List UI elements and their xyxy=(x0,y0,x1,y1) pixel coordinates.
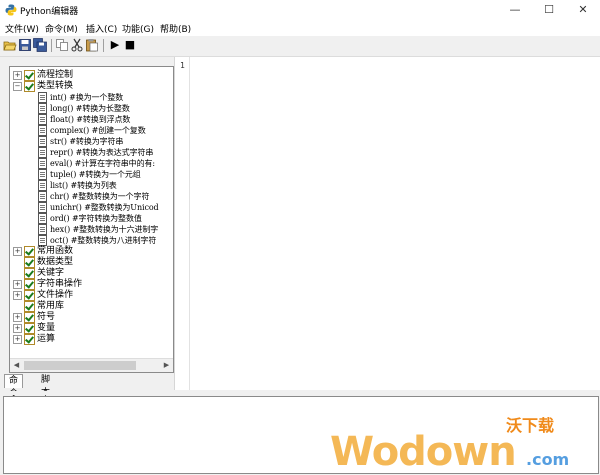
menu-command[interactable]: 命令(M) xyxy=(45,22,78,35)
document-icon xyxy=(38,169,47,180)
tree-horizontal-scrollbar[interactable]: ◀ ▶ xyxy=(10,358,173,372)
line-number: 1 xyxy=(180,61,185,70)
expand-toggle[interactable]: + xyxy=(13,324,22,333)
checkbox-icon[interactable] xyxy=(24,246,35,257)
wodown-watermark-logo: 沃下载 Wodown .com xyxy=(330,416,569,475)
toolbar: ▶ ■ xyxy=(0,36,600,57)
menu-file[interactable]: 文件(W) xyxy=(5,22,39,35)
document-icon xyxy=(38,103,47,114)
expand-toggle[interactable]: + xyxy=(13,313,22,322)
document-icon xyxy=(38,114,47,125)
scroll-left-icon[interactable]: ◀ xyxy=(10,359,23,372)
document-icon xyxy=(38,224,47,235)
line-number-gutter: 1 xyxy=(175,57,190,390)
python-app-icon xyxy=(5,4,17,16)
menu-bar: 文件(W) 命令(M) 插入(C) 功能(G) 帮助(B) xyxy=(0,20,600,36)
panel-splitter[interactable] xyxy=(0,391,600,395)
save-icon[interactable] xyxy=(18,38,32,52)
expand-toggle[interactable]: + xyxy=(13,280,22,289)
tree-leaf-label: list() #转换为列表 xyxy=(50,181,117,190)
expand-toggle[interactable]: + xyxy=(13,71,22,80)
tree-node-label: 符号 xyxy=(37,312,56,322)
tree-leaf-label: hex() #整数转换为十六进制字 xyxy=(50,225,159,234)
scrollbar-thumb[interactable] xyxy=(24,361,136,370)
document-icon xyxy=(38,136,47,147)
checkbox-icon[interactable] xyxy=(24,257,35,268)
save-all-icon[interactable] xyxy=(33,38,47,52)
svg-text:Wodown: Wodown xyxy=(330,429,516,475)
maximize-button[interactable]: ☐ xyxy=(532,0,566,20)
open-icon[interactable] xyxy=(3,38,17,52)
tree-leaf-label: long() #转换为长整数 xyxy=(50,104,130,113)
expand-toggle[interactable]: + xyxy=(13,291,22,300)
tree-leaf-label: str() #转换为字符串 xyxy=(50,137,124,146)
paste-icon[interactable] xyxy=(85,38,99,52)
toolbar-separator xyxy=(51,39,52,52)
tree-leaf-label: chr() #整数转换为一个字符 xyxy=(50,192,150,201)
checkbox-icon[interactable] xyxy=(24,290,35,301)
tree-leaf-label: ord() #字符转换为整数值 xyxy=(50,214,142,223)
checkbox-icon[interactable] xyxy=(24,279,35,290)
tree-leaf-label: int() #换为一个整数 xyxy=(50,93,124,102)
watermark-dotcom: .com xyxy=(526,450,569,469)
tree-leaf-label: complex() #创建一个复数 xyxy=(50,126,146,135)
document-icon xyxy=(38,92,47,103)
expand-toggle[interactable]: − xyxy=(13,82,22,91)
tree-node-label: 变量 xyxy=(37,323,56,333)
tree-leaf-label: repr() #转换为表达式字符串 xyxy=(50,148,154,157)
checkbox-icon[interactable] xyxy=(24,312,35,323)
tab-scripts[interactable]: 脚本 xyxy=(37,374,54,398)
document-icon xyxy=(38,213,47,224)
tree-leaf-label: eval() #计算在字符串中的有: xyxy=(50,159,155,168)
tree-node-label: 运算 xyxy=(37,334,56,344)
tree-leaf-label: unichr() #整数转换为Unicod xyxy=(50,203,159,212)
tree-leaf-label: tuple() #转换为一个元组 xyxy=(50,170,141,179)
checkbox-icon[interactable] xyxy=(24,323,35,334)
minimize-button[interactable]: — xyxy=(498,0,532,20)
expand-toggle[interactable]: + xyxy=(13,335,22,344)
checkbox-icon[interactable] xyxy=(24,81,35,92)
document-icon xyxy=(38,125,47,136)
run-icon[interactable]: ▶ xyxy=(108,38,122,52)
tree-node-label: 类型转换 xyxy=(37,81,74,91)
checkbox-icon[interactable] xyxy=(24,334,35,345)
tree-node-label: 字符串操作 xyxy=(37,279,83,289)
document-icon xyxy=(38,147,47,158)
copy-icon[interactable] xyxy=(55,38,69,52)
menu-insert[interactable]: 插入(C) xyxy=(86,22,117,35)
tree-leaf-label: oct() #整数转换为八进制字符 xyxy=(50,236,157,245)
document-icon xyxy=(38,235,47,246)
expand-toggle[interactable]: + xyxy=(13,247,22,256)
checkbox-icon[interactable] xyxy=(24,268,35,279)
title-bar: Python编辑器 — ☐ ✕ xyxy=(0,0,600,20)
menu-function[interactable]: 功能(G) xyxy=(122,22,154,35)
cut-icon[interactable] xyxy=(70,38,84,52)
stop-icon[interactable]: ■ xyxy=(123,38,137,52)
tree-node-label: 文件操作 xyxy=(37,290,74,300)
tree-node-label: 常用函数 xyxy=(37,246,74,256)
toolbar-separator xyxy=(103,39,104,52)
window-title: Python编辑器 xyxy=(20,7,79,17)
document-icon xyxy=(38,158,47,169)
tree-node-label: 数据类型 xyxy=(37,257,74,267)
tree-leaf-label: float() #转换到浮点数 xyxy=(50,115,131,124)
document-icon xyxy=(38,180,47,191)
tree-node-label: 流程控制 xyxy=(37,70,74,80)
menu-help[interactable]: 帮助(B) xyxy=(160,22,191,35)
document-icon xyxy=(38,202,47,213)
checkbox-icon[interactable] xyxy=(24,301,35,312)
command-tree[interactable]: + 流程控制 − 类型转换 int() #换为一个整数 long() #转换为长… xyxy=(9,66,174,373)
tree-node-label: 关键字 xyxy=(37,268,65,278)
scroll-right-icon[interactable]: ▶ xyxy=(160,359,173,372)
tab-commands[interactable]: 命令 xyxy=(4,374,24,399)
code-editor[interactable]: 1 xyxy=(174,57,600,390)
close-button[interactable]: ✕ xyxy=(566,0,600,20)
tree-node-label: 常用库 xyxy=(37,301,65,311)
document-icon xyxy=(38,191,47,202)
checkbox-icon[interactable] xyxy=(24,70,35,81)
